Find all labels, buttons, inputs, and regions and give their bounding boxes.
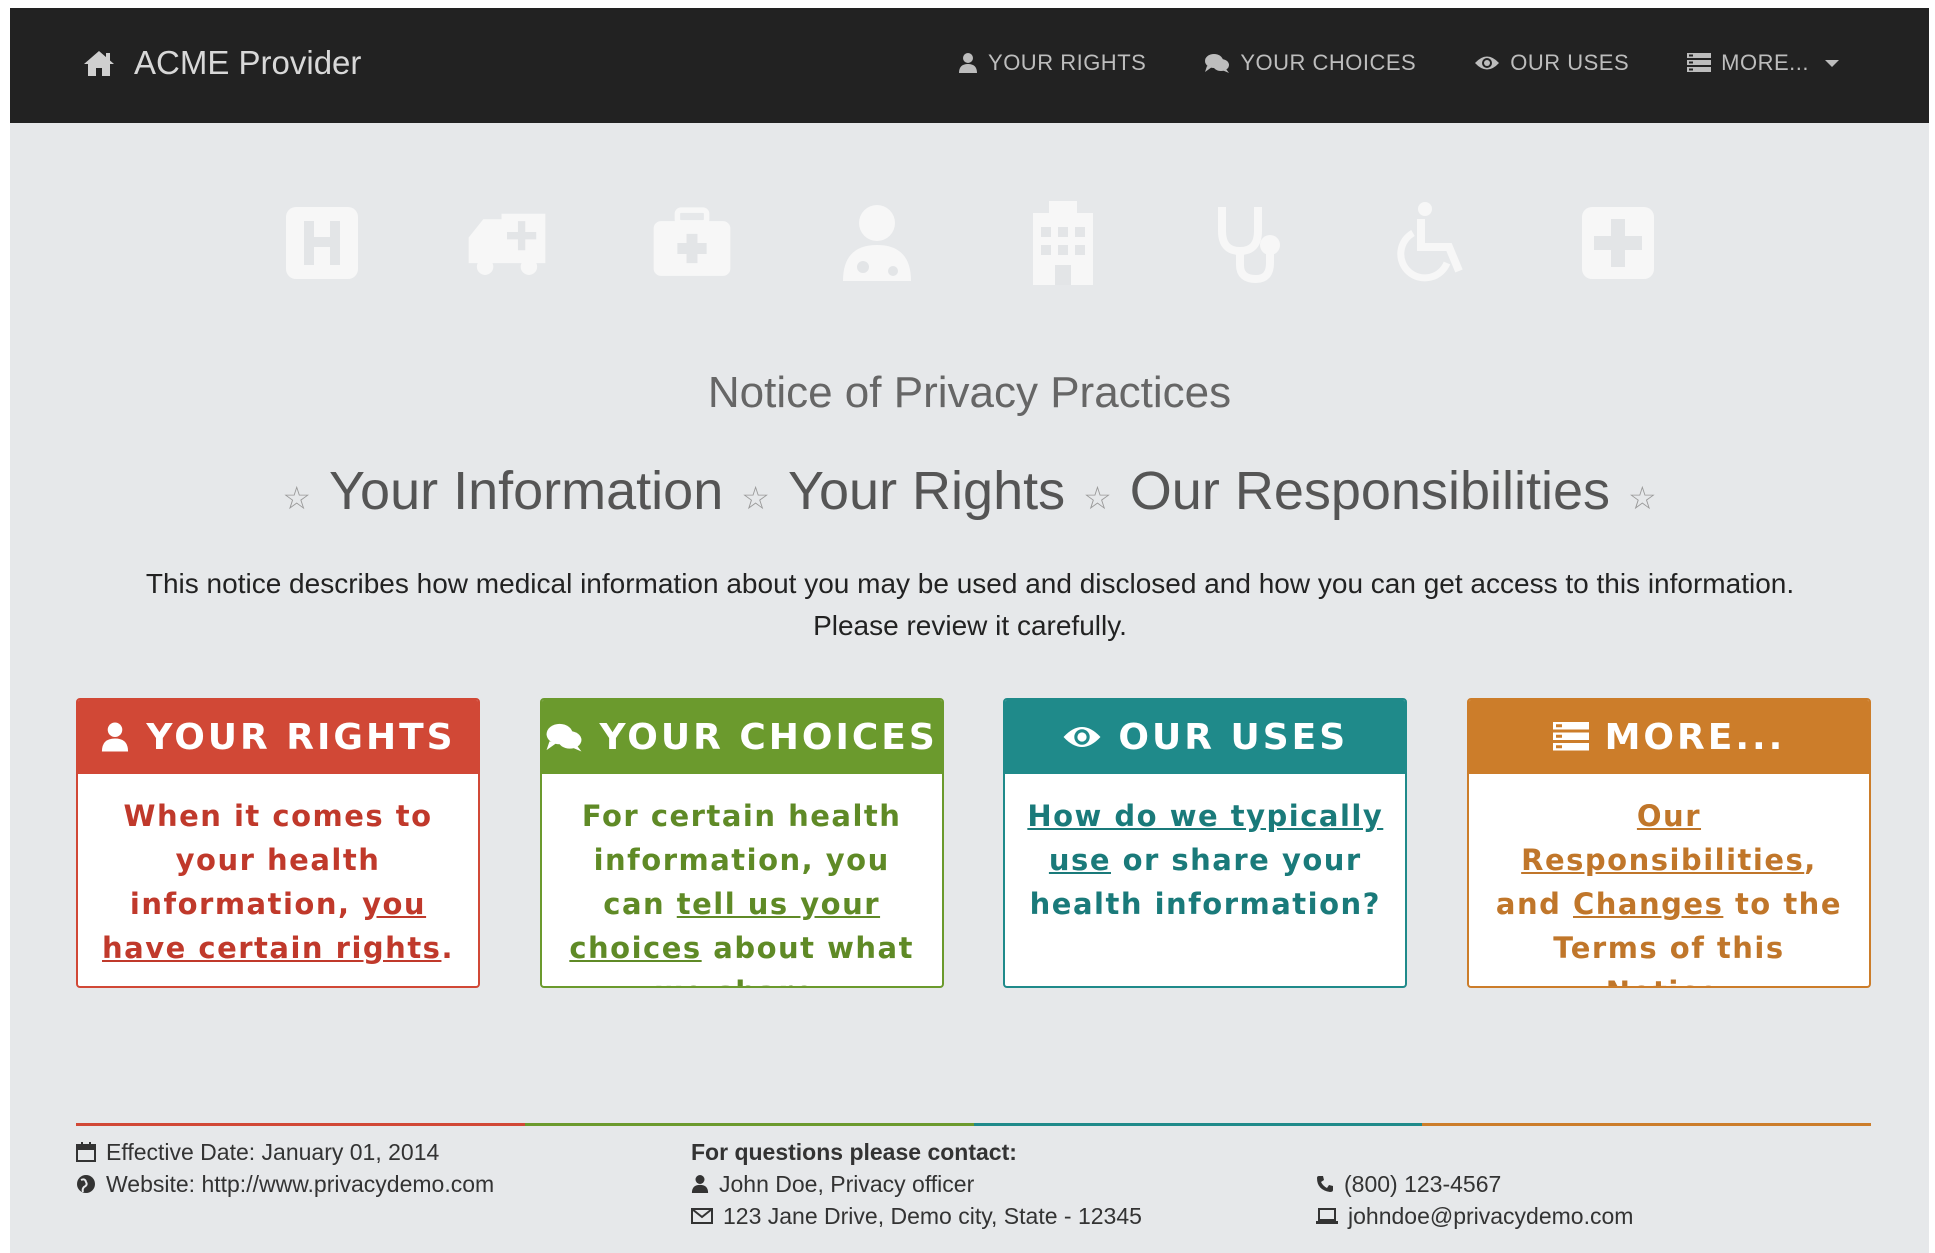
subtitle-row: ☆ Your Information ☆ Your Rights ☆ Our R… — [10, 460, 1929, 522]
phone-text: (800) 123-4567 — [1344, 1170, 1502, 1197]
footer: Effective Date: January 01, 2014 Website… — [76, 1136, 1871, 1246]
subtitle-your-rights: Your Rights — [787, 461, 1066, 521]
calendar-icon — [76, 1142, 96, 1162]
nav-your-choices[interactable]: YOUR CHOICES — [1204, 50, 1416, 76]
card-header[interactable]: YOUR CHOICES — [541, 700, 942, 774]
contact-address: 123 Jane Drive, Demo city, State - 12345 — [691, 1200, 1142, 1232]
nav-more-dropdown[interactable]: MORE... — [1687, 50, 1839, 76]
plus-square-icon — [1576, 201, 1660, 285]
card-header[interactable]: OUR USES — [1005, 700, 1406, 774]
medkit-icon — [650, 201, 734, 285]
card-link-changes[interactable]: Changes — [1573, 887, 1723, 921]
website: Website: http://www.privacydemo.com — [76, 1168, 494, 1200]
medical-icon-strip — [280, 198, 1660, 288]
stethoscope-icon — [1206, 201, 1290, 285]
card-more[interactable]: MORE... Our Responsibilities, and Change… — [1466, 698, 1871, 988]
card-body: When it comes to your health information… — [78, 774, 478, 986]
star-icon: ☆ — [282, 480, 311, 516]
nav-your-choices-label: YOUR CHOICES — [1240, 50, 1417, 75]
card-title: YOUR CHOICES — [599, 716, 938, 758]
website-link[interactable]: Website: http://www.privacydemo.com — [106, 1171, 494, 1198]
footer-col-contact: For questions please contact: John Doe, … — [691, 1136, 1142, 1232]
wheelchair-icon — [1391, 201, 1475, 285]
user-icon — [102, 722, 129, 752]
nav-your-rights[interactable]: YOUR RIGHTS — [958, 50, 1146, 76]
star-icon: ☆ — [741, 480, 770, 516]
contact-heading: For questions please contact: — [691, 1138, 1017, 1165]
card-link-typical-use[interactable]: How do we typically — [1027, 799, 1383, 833]
brand-name: ACME Provider — [134, 44, 362, 81]
contact-phone: (800) 123-4567 — [1316, 1168, 1633, 1200]
laptop-icon — [1316, 1208, 1338, 1224]
user-icon — [959, 53, 978, 73]
footer-col-info: Effective Date: January 01, 2014 Website… — [76, 1136, 494, 1200]
card-title: OUR USES — [1118, 716, 1349, 758]
email-link[interactable]: johndoe@privacydemo.com — [1348, 1203, 1633, 1230]
subtitle-your-information: Your Information — [329, 461, 724, 521]
card-header[interactable]: YOUR RIGHTS — [78, 700, 478, 774]
footer-divider — [76, 1123, 1871, 1126]
nav-links: YOUR RIGHTS YOUR CHOICES OUR USES MORE..… — [958, 38, 1839, 88]
card-body: How do we typically use or share your he… — [1005, 774, 1405, 946]
nav-our-uses[interactable]: OUR USES — [1474, 50, 1629, 76]
card-your-rights[interactable]: YOUR RIGHTS When it comes to your health… — [76, 698, 480, 988]
card-title: YOUR RIGHTS — [146, 716, 456, 758]
navbar: ACME Provider YOUR RIGHTS YOUR CHOICES O… — [10, 8, 1929, 123]
hospital-h-icon — [280, 201, 364, 285]
list-icon — [1552, 722, 1589, 751]
description-text: This notice describes how medical inform… — [145, 568, 1795, 599]
globe-icon — [77, 1175, 95, 1193]
card-link-use[interactable]: use — [1049, 843, 1111, 877]
card-text: . — [441, 931, 454, 965]
comments-icon — [1205, 54, 1230, 73]
address-text: 123 Jane Drive, Demo city, State - 12345 — [723, 1202, 1142, 1229]
nav-our-uses-label: OUR USES — [1510, 50, 1630, 75]
home-icon — [84, 51, 114, 76]
nav-more-label: MORE... — [1721, 50, 1809, 75]
star-icon: ☆ — [1628, 480, 1657, 516]
page-title: Notice of Privacy Practices — [707, 368, 1232, 417]
contact-person: John Doe, Privacy officer — [691, 1168, 1142, 1200]
list-icon — [1687, 53, 1712, 72]
ambulance-icon — [465, 201, 549, 285]
description-emphasis: Please review it carefully. — [813, 610, 1127, 641]
brand-link[interactable]: ACME Provider — [82, 38, 361, 88]
card-link-responsibilities[interactable]: Our Responsibilities — [1521, 799, 1804, 877]
section-cards: YOUR RIGHTS When it comes to your health… — [76, 698, 1871, 998]
phone-icon — [1317, 1176, 1333, 1192]
star-icon: ☆ — [1083, 480, 1112, 516]
contact-email: johndoe@privacydemo.com — [1316, 1200, 1633, 1232]
card-your-choices[interactable]: YOUR CHOICES For certain health informat… — [539, 698, 944, 988]
card-title: MORE... — [1604, 716, 1786, 758]
subtitle-our-responsibilities: Our Responsibilities — [1129, 461, 1610, 521]
comments-icon — [547, 723, 582, 752]
eye-icon — [1475, 56, 1500, 70]
hospital-building-icon — [1021, 201, 1105, 285]
eye-icon — [1063, 727, 1101, 747]
nav-your-rights-label: YOUR RIGHTS — [988, 50, 1147, 75]
envelope-icon — [691, 1208, 713, 1224]
card-header[interactable]: MORE... — [1468, 700, 1869, 774]
effective-date-text: Effective Date: January 01, 2014 — [106, 1138, 440, 1165]
doctor-icon — [835, 201, 919, 285]
page-frame: ACME Provider YOUR RIGHTS YOUR CHOICES O… — [10, 8, 1929, 1253]
notice-description: This notice describes how medical inform… — [50, 563, 1890, 647]
effective-date: Effective Date: January 01, 2014 — [76, 1136, 494, 1168]
user-icon — [691, 1175, 709, 1193]
contact-name: John Doe, Privacy officer — [719, 1170, 975, 1197]
footer-col-phone: (800) 123-4567 johndoe@privacydemo.com — [1316, 1168, 1633, 1232]
card-body: For certain health information, you can … — [542, 774, 942, 986]
card-our-uses[interactable]: OUR USES How do we typically use or shar… — [1003, 698, 1408, 988]
card-body: Our Responsibilities, and Changes to the… — [1469, 774, 1869, 986]
caret-down-icon — [1825, 59, 1839, 67]
